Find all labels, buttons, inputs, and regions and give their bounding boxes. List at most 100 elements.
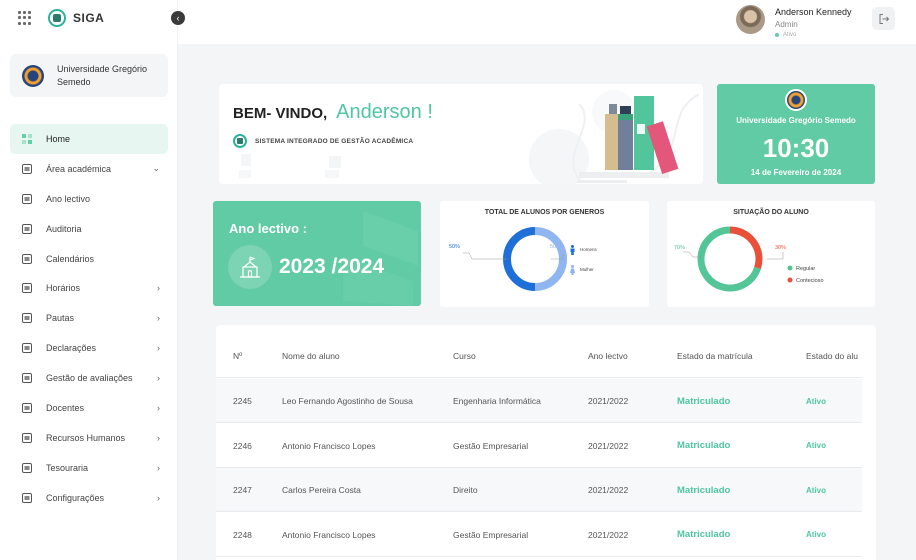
user-role: Admin (775, 20, 798, 29)
academic-year-label: Ano lectivo : (229, 221, 308, 236)
col-number-cell: 2247 (233, 485, 252, 495)
col-student-status-header: Estado do alu (806, 351, 858, 361)
col-academic-year-cell: 2021/2022 (588, 485, 629, 495)
legend-label: Regular (796, 266, 815, 272)
table-row[interactable]: 2246 Antonio Francisco Lopes Gestão Empres… (216, 424, 862, 468)
books-illustration (239, 90, 700, 184)
clock-time: 10:30 (762, 133, 830, 163)
treasury-icon (22, 462, 32, 473)
assessment-icon (22, 373, 32, 384)
col-number-cell: 2246 (233, 440, 252, 451)
col-student-name-cell: Antonio Francisco Lopes (282, 529, 376, 540)
col-enrollment-status-cell: Matriculado (677, 440, 731, 451)
students-table: Nº Nome do aluno Curso Ano lectvo Estado da … (216, 325, 876, 560)
sidebar-item-label: Pautas (46, 313, 75, 324)
value-label: 50% (449, 244, 460, 250)
col-course-cell: Gestão Empresarial (453, 440, 529, 451)
col-enrollment-status-cell: Matriculado (677, 395, 731, 407)
sidebar-item-calendar[interactable]: Calendários (10, 244, 168, 274)
legend-label: Mulher (580, 267, 594, 272)
gender-chart: 50% 50% Homens Mulher (449, 227, 598, 291)
sidebar-item-teachers[interactable]: Docentes › (10, 393, 168, 423)
value-label: 70% (674, 245, 685, 251)
sidebar: SIGA Universidade Gregório Semedo Home Ár… (0, 0, 178, 560)
university-card[interactable]: Universidade Gregório Semedo (10, 54, 168, 97)
col-number-header: Nº (233, 351, 243, 361)
sidebar-item-label: Declarações (46, 343, 97, 354)
school-building-icon (228, 245, 272, 289)
logout-icon (879, 13, 889, 24)
grades-icon (22, 313, 32, 324)
sidebar-item-schedule[interactable]: Horários › (10, 273, 168, 303)
legend-label: Homens (580, 247, 598, 252)
home-icon (22, 133, 32, 144)
sidebar-item-settings[interactable]: Configurações › (10, 483, 168, 513)
avatar[interactable] (736, 5, 765, 34)
status-chart: 70% 30% Regular Contecioso (674, 226, 824, 292)
sidebar-item-hr[interactable]: Recursos Humanos › (10, 423, 168, 453)
col-academic-year-cell: 2021/2022 (588, 440, 629, 451)
chevron-icon: › (157, 492, 160, 503)
slice-homens (502, 227, 536, 291)
col-course-header: Curso (453, 351, 476, 361)
sidebar-item-grades[interactable]: Pautas › (10, 303, 168, 333)
apps-grid-icon[interactable] (18, 11, 32, 25)
sidebar-item-audit[interactable]: Auditoria (10, 214, 168, 244)
logout-button[interactable] (872, 7, 895, 30)
user-status-label: Ativo (783, 32, 797, 38)
legend-marker (787, 277, 793, 283)
col-student-name-cell: Carlos Pereira Costa (282, 485, 361, 495)
leader-line (767, 252, 784, 260)
sidebar-item-calendar-book[interactable]: Ano lectivo (10, 184, 168, 214)
chevron-icon: › (157, 313, 160, 324)
sidebar-item-academic[interactable]: Área académica ⌄ (10, 154, 168, 184)
row-divider (216, 555, 862, 557)
female-icon (570, 265, 575, 275)
sidebar-item-label: Auditoria (46, 223, 82, 234)
sidebar-item-label: Recursos Humanos (46, 432, 126, 443)
col-student-status-cell: Ativo (806, 441, 826, 450)
welcome-card: BEM- VINDO, Anderson ! SISTEMA INTEGRADO… (219, 84, 703, 184)
table-row[interactable]: 2245 Leo Fernando Agostinho de Sousa Engen… (216, 379, 862, 423)
legend-marker (787, 265, 793, 271)
clock-university-name: Universidade Gregório Semedo (736, 116, 856, 125)
university-logo (22, 64, 44, 87)
table-row[interactable]: 2248 Antonio Francisco Lopes Gestão Empres… (216, 513, 862, 557)
app-name: SIGA (73, 11, 105, 25)
sidebar-item-label: Gestão de avaliações (46, 373, 133, 384)
value-label: 50% (550, 244, 561, 250)
clock-date: 14 de Fevereiro de 2024 (750, 168, 842, 177)
col-number-cell: 2248 (233, 529, 252, 540)
col-student-name-cell: Leo Fernando Agostinho de Sousa (282, 396, 413, 406)
academic-year-card: Ano lectivo : 2023 /2024 (213, 201, 421, 306)
sidebar-item-declarations[interactable]: Declarações › (10, 333, 168, 363)
university-logo (785, 89, 807, 111)
leader-line (463, 252, 507, 260)
col-academic-year-header: Ano lectvo (588, 351, 628, 361)
sidebar-item-label: Calendários (46, 253, 95, 264)
slice-contecioso (729, 226, 763, 270)
legend-label: Contecioso (796, 278, 824, 284)
col-academic-year-cell: 2021/2022 (588, 396, 629, 406)
schedule-icon (22, 283, 32, 294)
sidebar-item-label: Tesouraria (46, 462, 89, 473)
col-course-cell: Engenharia Informática (453, 396, 541, 406)
sidebar-item-assessment[interactable]: Gestão de avaliações › (10, 363, 168, 393)
collapse-sidebar-button[interactable]: ‹ (171, 11, 185, 25)
col-enrollment-status-cell: Matriculado (677, 484, 731, 496)
value-label: 30% (775, 245, 786, 251)
university-name: Universidade Gregório Semedo (57, 63, 148, 87)
university-clock-card: Universidade Gregório Semedo 10:30 14 de… (717, 84, 875, 184)
sidebar-item-label: Docentes (46, 402, 85, 413)
gender-chart-card: TOTAL DE ALUNOS POR GENEROS 50% 50% Homens… (440, 201, 649, 307)
col-academic-year-cell: 2021/2022 (588, 529, 629, 540)
chevron-icon: › (157, 462, 160, 473)
table-row[interactable]: 2247 Carlos Pereira Costa Direito 2021/2022… (216, 468, 862, 512)
sidebar-item-label: Área académica (46, 163, 112, 174)
user-status: Ativo (775, 32, 796, 38)
sidebar-item-treasury[interactable]: Tesouraria › (10, 453, 168, 483)
chevron-icon: › (157, 402, 160, 413)
table-header: Nº Nome do aluno Curso Ano lectvo Estado da … (216, 334, 862, 378)
sidebar-item-home[interactable]: Home (10, 124, 168, 154)
chevron-icon: ⌄ (152, 163, 160, 174)
